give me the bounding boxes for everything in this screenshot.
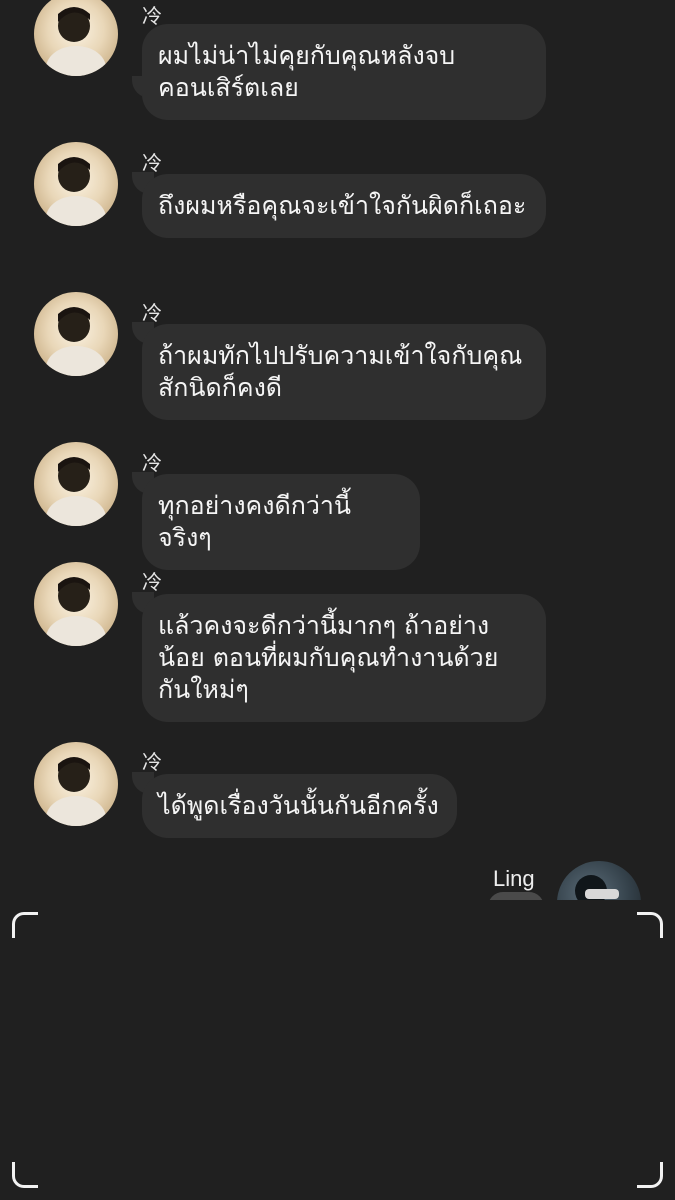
avatar[interactable] <box>34 742 118 826</box>
avatar[interactable] <box>34 562 118 646</box>
avatar-photo-icon <box>46 577 106 646</box>
message-bubble[interactable]: ถึงผมหรือคุณจะเข้าใจกันผิดก็เถอะ <box>142 174 546 238</box>
message-bubble[interactable]: ได้พูดเรื่องวันนั้นกันอีกครั้ง <box>142 774 457 838</box>
avatar-photo-icon <box>46 457 106 526</box>
corner-bracket-bottom-left <box>12 1162 38 1188</box>
avatar[interactable] <box>34 442 118 526</box>
sender-name: 冷 <box>142 750 162 774</box>
message-bubble[interactable]: แล้วคงจะดีกว่านี้มากๆ ถ้าอย่างน้อย ตอนที… <box>142 594 546 722</box>
chat-thread: 冷 ผมไม่น่าไม่คุยกับคุณหลังจบคอนเสิร์ตเลย… <box>0 0 675 900</box>
avatar-photo-icon <box>46 307 106 376</box>
avatar[interactable] <box>557 861 641 900</box>
right-sender-name: Ling <box>493 866 535 891</box>
corner-bracket-bottom-right <box>637 1162 663 1188</box>
avatar[interactable] <box>34 142 118 226</box>
avatar[interactable] <box>34 292 118 376</box>
avatar-photo-icon <box>575 875 619 900</box>
corner-bracket-top-left <box>12 912 38 938</box>
avatar-photo-icon <box>46 157 106 226</box>
message-bubble[interactable]: ทุกอย่างคงดีกว่านี้จริงๆ <box>142 474 420 570</box>
avatar-photo-icon <box>46 7 106 76</box>
capture-area <box>0 900 675 1200</box>
outgoing-bubble[interactable] <box>488 892 544 900</box>
avatar[interactable] <box>34 0 118 76</box>
message-bubble[interactable]: ถ้าผมทักไปปรับความเข้าใจกับคุณสักนิดก็คง… <box>142 324 546 420</box>
avatar-photo-icon <box>46 757 106 826</box>
message-bubble[interactable]: ผมไม่น่าไม่คุยกับคุณหลังจบคอนเสิร์ตเลย <box>142 24 546 120</box>
corner-bracket-top-right <box>637 912 663 938</box>
sender-name: 冷 <box>142 570 162 594</box>
